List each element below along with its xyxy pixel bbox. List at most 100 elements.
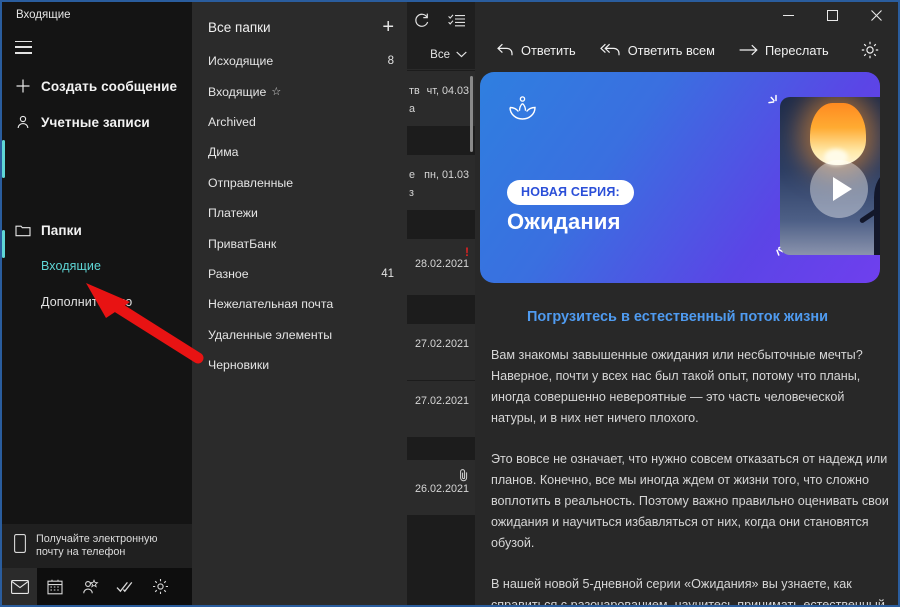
gear-icon[interactable] [143,568,178,605]
reply-all-icon [599,43,621,57]
email-paragraph: В нашей новой 5-дневной серии «Ожидания»… [491,577,885,605]
accounts-expanded-area [2,140,192,192]
reply-button[interactable]: Ответить [497,43,576,58]
accounts-label: Учетные записи [41,114,150,130]
message-list-gap [407,210,475,238]
message-list-row[interactable]: 27.02.2021 [407,380,475,437]
reply-all-label: Ответить всем [627,42,715,58]
maximize-button[interactable] [810,2,854,28]
brightness-icon[interactable] [861,41,879,59]
refresh-icon[interactable] [413,12,430,34]
phone-promo-banner[interactable]: Получайте электронную почту на телефон [2,524,192,568]
reply-label: Ответить [521,42,576,58]
compose-new-message-button[interactable]: Создать сообщение [2,68,192,104]
attachment-icon [407,468,469,483]
message-list-row[interactable]: ! 28.02.2021 [407,238,475,295]
accent-indicator-accounts [2,140,5,178]
folder-item-label: ПриватБанк [208,236,277,251]
hero-title: Ожидания [507,209,621,234]
sidebar-item-inbox-label: Входящие [41,259,102,273]
sidebar-item-more[interactable]: Дополнительно [2,284,192,320]
folder-item[interactable]: Разное 41 [192,259,407,289]
forward-label: Переслать [764,42,829,58]
accent-indicator-inbox [2,230,5,258]
message-list-row[interactable]: е з пн, 01.03 [407,154,475,210]
hamburger-icon[interactable] [15,40,32,54]
message-list-row[interactable]: 27.02.2021 [407,323,475,380]
phone-icon [14,534,26,558]
importance-flag-icon: ! [465,245,469,259]
folder-item-label: Исходящие [208,54,274,69]
folder-item[interactable]: Нежелательная почта [192,289,407,319]
message-subject-fragment: з [409,187,414,199]
message-list-toolbar: Все [407,2,475,70]
email-hero-banner: НОВАЯ СЕРИЯ: Ожидания [480,72,880,283]
filter-label: Все [430,49,450,61]
folder-item-label: Платежи [208,206,258,221]
folder-item-label: Отправленные [208,175,294,190]
folder-list-pane: Все папки + Исходящие 8 Входящие ☆ Archived Д… [192,2,407,605]
folder-item-label: Archived [208,114,256,129]
folder-pane-header: Все папки + [192,8,407,46]
folder-icon [15,223,41,237]
select-mode-icon[interactable] [448,13,465,33]
forward-button[interactable]: Переслать [739,43,829,58]
hero-badge: НОВАЯ СЕРИЯ: [507,180,634,205]
bottom-app-bar [2,568,192,605]
chevron-down-icon [456,49,467,61]
hero-video-thumbnail[interactable] [780,97,880,255]
people-icon[interactable] [72,568,107,605]
message-command-bar: Ответить Ответить всем Переслать ••• [475,28,898,72]
message-list-scrollbar[interactable] [470,76,473,152]
folder-item[interactable]: Черновики [192,350,407,380]
folder-item[interactable]: Исходящие 8 [192,46,407,76]
folder-item-label: Разное [208,266,249,281]
folders-label: Папки [41,222,82,238]
message-list-row[interactable]: тв а чт, 04.03 [407,70,475,126]
message-sender-fragment: е [409,169,416,181]
play-icon[interactable] [810,160,868,218]
mail-app-window: Входящие Создать сообщение Учетные запис… [0,0,900,607]
message-list-gap [407,437,475,459]
folder-item[interactable]: Удаленные элементы [192,320,407,350]
folder-item-label: Нежелательная почта [208,297,334,312]
compose-label: Создать сообщение [41,78,178,94]
folder-item-label: Дима [208,145,239,160]
close-button[interactable] [854,2,898,28]
folder-item[interactable]: ПриватБанк [192,228,407,258]
email-heading: Погрузитесь в естественный поток жизни [527,309,828,325]
email-paragraph: Вам знакомы завышенные ожидания или несб… [491,348,867,425]
tasks-icon[interactable] [108,568,143,605]
star-icon[interactable]: ☆ [271,85,281,98]
left-pane-title: Входящие [2,2,192,28]
folder-items-container: Исходящие 8 Входящие ☆ Archived Дима Отправлен… [192,46,407,380]
calendar-icon[interactable] [37,568,72,605]
folder-item-count: 41 [381,267,394,280]
hamburger-menu-button[interactable] [2,28,192,66]
folder-item[interactable]: Платежи [192,198,407,228]
left-navigation-pane: Входящие Создать сообщение Учетные запис… [2,2,192,605]
folder-item[interactable]: Входящие ☆ [192,76,407,106]
sidebar-item-inbox[interactable]: Входящие [2,248,192,284]
message-list-gap [407,295,475,323]
reply-all-button[interactable]: Ответить всем [599,42,715,58]
accounts-button[interactable]: Учетные записи [2,104,192,140]
plus-icon[interactable]: + [382,17,394,37]
message-sender-fragment: тв [409,85,420,97]
message-date: 26.02.2021 [414,483,469,495]
folder-item-label: Черновики [208,358,270,373]
folder-item[interactable]: Дима [192,137,407,167]
mail-icon[interactable] [2,568,38,605]
person-icon [15,114,41,130]
email-paragraph: Это вовсе не означает, что нужно совсем … [491,452,893,550]
message-date: пн, 01.03 [424,169,469,181]
lotus-logo-icon [507,96,538,127]
filter-dropdown[interactable]: Все [430,49,467,61]
folders-button[interactable]: Папки [2,212,192,248]
folder-item[interactable]: Archived [192,107,407,137]
minimize-button[interactable] [766,2,810,28]
sidebar-item-more-label: Дополнительно [41,295,133,309]
message-list-gap [407,126,475,154]
folder-item[interactable]: Отправленные [192,168,407,198]
message-list-row[interactable]: 26.02.2021 [407,459,475,515]
